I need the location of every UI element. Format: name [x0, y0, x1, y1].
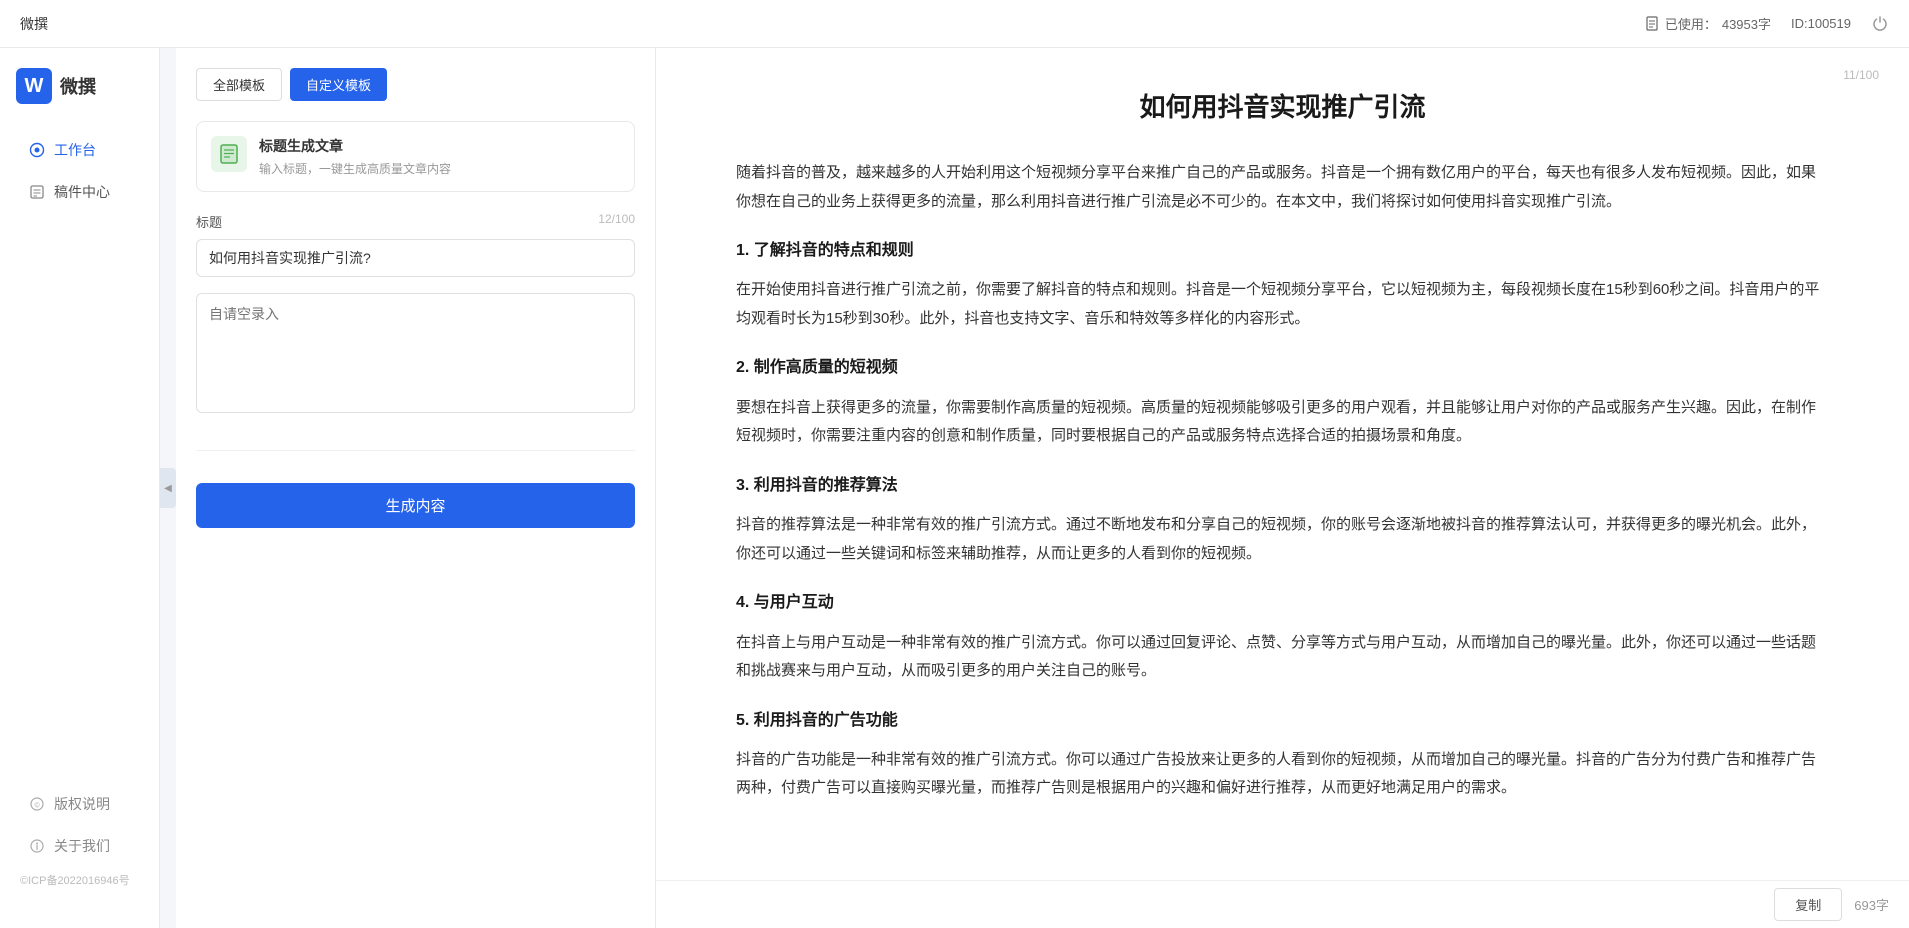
logo-area: W 微撰	[0, 68, 159, 128]
tab-custom-templates[interactable]: 自定义模板	[290, 68, 387, 101]
content-form-section	[196, 293, 635, 418]
section-1-heading: 1. 了解抖音的特点和规则	[736, 236, 1829, 266]
section-1-body: 在开始使用抖音进行推广引流之前，你需要了解抖音的特点和规则。抖音是一个短视频分享…	[736, 276, 1829, 333]
workbench-label: 工作台	[54, 140, 96, 160]
section-2-heading: 2. 制作高质量的短视频	[736, 353, 1829, 383]
panel-divider	[196, 450, 635, 451]
page-number: 11/100	[1843, 68, 1879, 82]
section-3-heading: 3. 利用抖音的推荐算法	[736, 471, 1829, 501]
title-form-section: 标题 12/100	[196, 212, 635, 277]
icp-text: ©ICP备2022016946号	[0, 868, 159, 892]
card-icon	[211, 136, 247, 172]
title-label-text: 标题	[196, 212, 222, 231]
title-form-label: 标题 12/100	[196, 212, 635, 231]
sidebar: W 微撰 工作台	[0, 48, 160, 928]
collapse-button[interactable]: ◀	[160, 468, 176, 508]
logo-text: 微撰	[60, 73, 96, 99]
main-layout: W 微撰 工作台	[0, 48, 1909, 928]
template-tabs: 全部模板 自定义模板	[196, 68, 635, 101]
document-icon	[1644, 16, 1660, 32]
left-panel: 全部模板 自定义模板 标题生成文章 输入标题，一键生成高质量文章内容	[176, 48, 656, 928]
section-5-body: 抖音的广告功能是一种非常有效的推广引流方式。你可以通过广告投放来让更多的人看到你…	[736, 746, 1829, 803]
tab-all-templates[interactable]: 全部模板	[196, 68, 282, 101]
article-footer: 复制 693字	[656, 880, 1909, 928]
card-content: 标题生成文章 输入标题，一键生成高质量文章内容	[259, 136, 620, 177]
title-input[interactable]	[196, 239, 635, 277]
card-desc: 输入标题，一键生成高质量文章内容	[259, 160, 620, 177]
svg-text:©: ©	[35, 802, 41, 810]
template-card-article[interactable]: 标题生成文章 输入标题，一键生成高质量文章内容	[196, 121, 635, 192]
drafts-icon	[28, 183, 46, 201]
user-id: ID:100519	[1791, 16, 1851, 31]
topbar: 微撰 已使用： 43953字 ID:100519	[0, 0, 1909, 48]
about-label: 关于我们	[54, 836, 110, 856]
title-char-count: 12/100	[598, 212, 635, 231]
drafts-label: 稿件中心	[54, 182, 110, 202]
section-4-heading: 4. 与用户互动	[736, 588, 1829, 618]
section-5-heading: 5. 利用抖音的广告功能	[736, 706, 1829, 736]
content-area: 全部模板 自定义模板 标题生成文章 输入标题，一键生成高质量文章内容	[176, 48, 1909, 928]
usage-display: 已使用： 43953字	[1644, 14, 1771, 33]
topbar-right: 已使用： 43953字 ID:100519	[1644, 14, 1889, 33]
sidebar-item-drafts[interactable]: 稿件中心	[8, 172, 151, 212]
right-panel: 11/100 如何用抖音实现推广引流 随着抖音的普及，越来越多的人开始利用这个短…	[656, 48, 1909, 928]
sidebar-bottom: © 版权说明 关于我们 ©ICP备2022016946号	[0, 782, 159, 908]
sidebar-item-workbench[interactable]: 工作台	[8, 130, 151, 170]
topbar-title: 微撰	[20, 14, 48, 34]
word-count: 693字	[1854, 895, 1889, 914]
logo-icon: W	[16, 68, 52, 104]
content-textarea[interactable]	[196, 293, 635, 413]
article-container: 11/100 如何用抖音实现推广引流 随着抖音的普及，越来越多的人开始利用这个短…	[656, 48, 1909, 880]
nav-items: 工作台 稿件中心	[0, 128, 159, 782]
usage-label: 已使用：	[1665, 14, 1717, 33]
power-icon[interactable]	[1871, 15, 1889, 33]
copyright-label: 版权说明	[54, 794, 110, 814]
copyright-icon: ©	[28, 795, 46, 813]
about-icon	[28, 837, 46, 855]
sidebar-item-copyright[interactable]: © 版权说明	[8, 784, 151, 824]
article-intro: 随着抖音的普及，越来越多的人开始利用这个短视频分享平台来推广自己的产品或服务。抖…	[736, 159, 1829, 216]
workbench-icon	[28, 141, 46, 159]
article-title: 如何用抖音实现推广引流	[736, 88, 1829, 127]
copy-button[interactable]: 复制	[1774, 888, 1842, 921]
article-body: 随着抖音的普及，越来越多的人开始利用这个短视频分享平台来推广自己的产品或服务。抖…	[736, 159, 1829, 803]
generate-button[interactable]: 生成内容	[196, 483, 635, 528]
card-title: 标题生成文章	[259, 136, 620, 156]
sidebar-item-about[interactable]: 关于我们	[8, 826, 151, 866]
section-3-body: 抖音的推荐算法是一种非常有效的推广引流方式。通过不断地发布和分享自己的短视频，你…	[736, 511, 1829, 568]
section-2-body: 要想在抖音上获得更多的流量，你需要制作高质量的短视频。高质量的短视频能够吸引更多…	[736, 394, 1829, 451]
usage-count: 43953字	[1722, 14, 1771, 33]
section-4-body: 在抖音上与用户互动是一种非常有效的推广引流方式。你可以通过回复评论、点赞、分享等…	[736, 629, 1829, 686]
